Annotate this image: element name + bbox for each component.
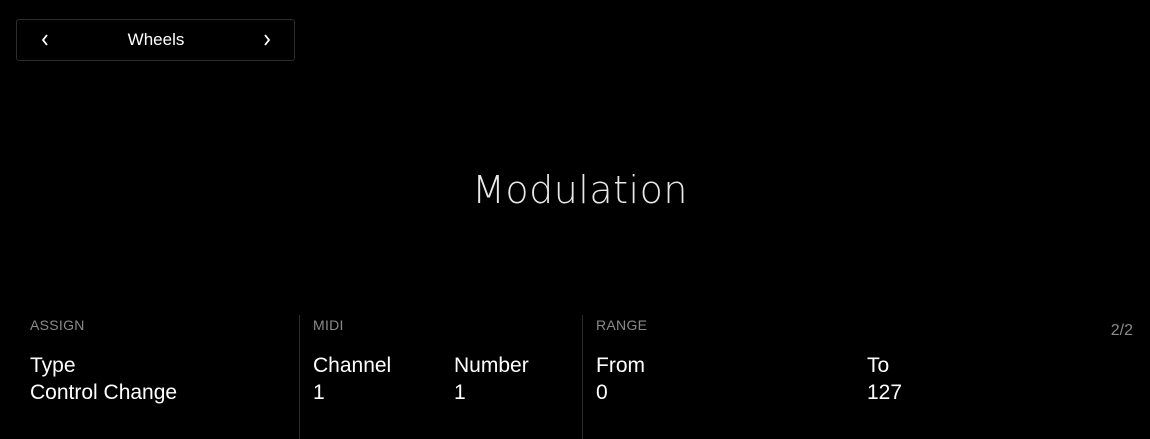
controller-screen: Wheels Modulation ASSIGN Type Control Ch…	[0, 0, 1150, 439]
param-value: 1	[454, 381, 466, 404]
page-indicator: 2/2	[1110, 322, 1133, 339]
param-value: 127	[867, 381, 903, 404]
section-header-assign: ASSIGN	[30, 317, 85, 333]
param-label: From	[596, 354, 645, 377]
param-type[interactable]: Type Control Change	[30, 353, 177, 407]
param-to[interactable]: To 127	[867, 353, 902, 407]
midi-section: MIDI Channel 1 Number 1	[299, 315, 582, 439]
param-label: Channel	[313, 354, 392, 377]
section-header-midi: MIDI	[313, 317, 344, 333]
prev-page-button[interactable]	[25, 20, 65, 60]
param-value: 1	[313, 381, 325, 404]
chevron-left-icon	[41, 34, 48, 46]
param-from[interactable]: From 0	[596, 353, 645, 407]
page-title: Wheels	[127, 30, 185, 49]
param-label: To	[867, 354, 890, 377]
param-number[interactable]: Number 1	[454, 353, 529, 407]
param-label: Type	[30, 354, 76, 377]
parameter-title: Modulation	[472, 168, 688, 212]
range-section: RANGE From 0 To 127	[582, 315, 1150, 439]
param-channel[interactable]: Channel 1	[313, 353, 391, 407]
section-header-range: RANGE	[596, 317, 648, 333]
assign-section: ASSIGN Type Control Change	[30, 315, 298, 439]
param-value: Control Change	[30, 381, 178, 404]
page-navigator: Wheels	[16, 19, 295, 61]
next-page-button[interactable]	[247, 20, 287, 60]
chevron-right-icon	[264, 34, 271, 46]
param-value: 0	[596, 381, 608, 404]
param-label: Number	[454, 354, 529, 377]
